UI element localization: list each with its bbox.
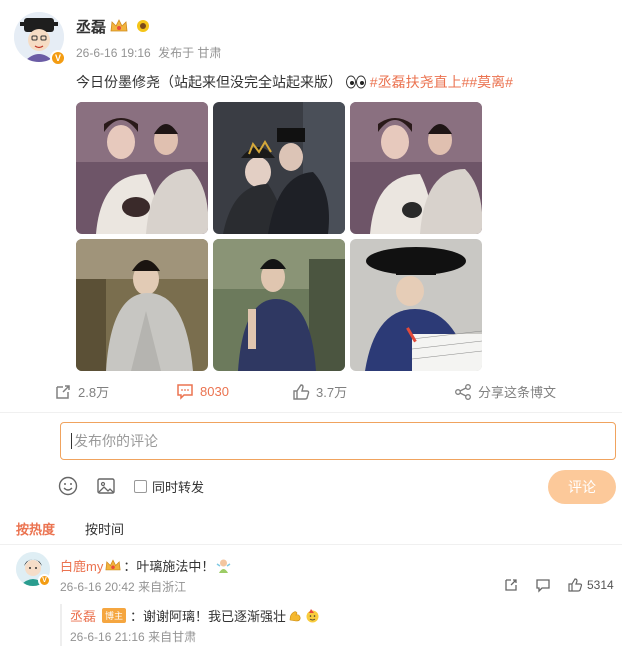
photo-grid: [76, 102, 482, 371]
like-button[interactable]: 3.7万: [292, 382, 347, 401]
thumbs-up-icon: [293, 383, 310, 400]
comment-like-button[interactable]: 5314: [567, 577, 614, 593]
eyes-emoji-icon: [345, 75, 366, 89]
image-icon[interactable]: [96, 476, 116, 496]
divider: [0, 412, 622, 413]
divider: [0, 544, 622, 545]
share-icon: [455, 383, 471, 400]
crown-icon: [110, 19, 128, 32]
forward-icon: [56, 384, 70, 399]
photo-2[interactable]: [213, 102, 345, 234]
reply-text: ：谢谢阿璃！我已逐渐强壮: [130, 609, 287, 624]
verified-badge-icon: V: [50, 50, 66, 66]
photo-1[interactable]: [76, 102, 208, 234]
tab-sort-hot[interactable]: 按热度: [16, 519, 55, 538]
post-body: 今日份墨修尧（站起来但没完全站起来版）: [76, 74, 342, 90]
comment-text: ：叶璃施法中！: [123, 559, 215, 574]
reply-date: 26-6-16 21:16: [70, 630, 145, 644]
fairy-emoji-icon: [216, 559, 231, 573]
photo-4[interactable]: [76, 239, 208, 371]
forward-checkbox-label[interactable]: 同时转发: [152, 477, 204, 496]
comment-input-placeholder: 发布你的评论: [74, 433, 158, 449]
text-caret: [71, 433, 72, 449]
blogger-badge: 博主: [102, 608, 127, 623]
crown-icon: [105, 559, 121, 571]
commenter-name[interactable]: 白鹿my: [60, 556, 103, 575]
comment-button[interactable]: 8030: [176, 382, 229, 400]
thumbs-up-icon: [568, 578, 583, 592]
comment-count: 8030: [200, 383, 229, 399]
reply-meta: 26-6-16 21:16 来自甘肃: [70, 628, 196, 645]
forward-checkbox[interactable]: [134, 479, 147, 493]
emoji-icon[interactable]: [58, 476, 78, 496]
forward-count: 2.8万: [78, 385, 110, 400]
share-label: 分享这条博文: [478, 385, 557, 400]
post-text: 今日份墨修尧（站起来但没完全站起来版） #丞磊扶尧直上##莫离#: [76, 72, 513, 92]
reply-line: 丞磊 博主 ：谢谢阿璃！我已逐渐强壮: [70, 606, 320, 625]
reply-location: 来自甘肃: [148, 630, 197, 644]
comment-location: 来自浙江: [138, 580, 187, 594]
submit-comment-button[interactable]: 评论: [548, 470, 616, 504]
post-meta: 26-6-16 19:16 发布于 甘肃: [76, 44, 225, 61]
reply-author-name[interactable]: 丞磊: [70, 606, 96, 625]
post-author-name[interactable]: 丞磊: [76, 16, 106, 37]
comment-input[interactable]: 发布你的评论: [60, 422, 616, 460]
tab-sort-time[interactable]: 按时间: [85, 519, 124, 538]
photo-3[interactable]: [350, 102, 482, 234]
comment-actions: 5314: [503, 577, 614, 593]
hashtag-links[interactable]: #丞磊扶尧直上##莫离#: [370, 74, 513, 90]
photo-6[interactable]: [350, 239, 482, 371]
like-count: 3.7万: [316, 385, 348, 400]
post-date[interactable]: 26-6-16 19:16: [76, 46, 151, 60]
comment-sort-tabs: 按热度 按时间: [16, 519, 124, 538]
comment-meta: 26-6-16 20:42 来自浙江: [60, 578, 186, 595]
post-action-bar: 2.8万 8030 3.7万 分享这条博文: [0, 382, 622, 402]
comment-date: 26-6-16 20:42: [60, 580, 135, 594]
forward-icon[interactable]: [503, 577, 519, 593]
comment-icon: [177, 384, 193, 400]
post-location: 发布于 甘肃: [158, 46, 222, 60]
flexed-biceps-emoji-icon: [289, 611, 301, 622]
reply-indent-bar: [60, 604, 62, 646]
sunflower-icon: [137, 20, 149, 32]
composer-tools: 同时转发: [58, 476, 204, 496]
party-face-emoji-icon: [306, 609, 319, 623]
forward-button[interactable]: 2.8万: [54, 382, 109, 401]
comment-line: 白鹿my ：叶璃施法中！: [60, 556, 231, 575]
photo-5[interactable]: [213, 239, 345, 371]
verified-badge-icon: V: [38, 574, 51, 587]
comment-like-count: 5314: [587, 578, 614, 592]
comment-icon[interactable]: [535, 577, 551, 593]
share-button[interactable]: 分享这条博文: [454, 382, 556, 401]
